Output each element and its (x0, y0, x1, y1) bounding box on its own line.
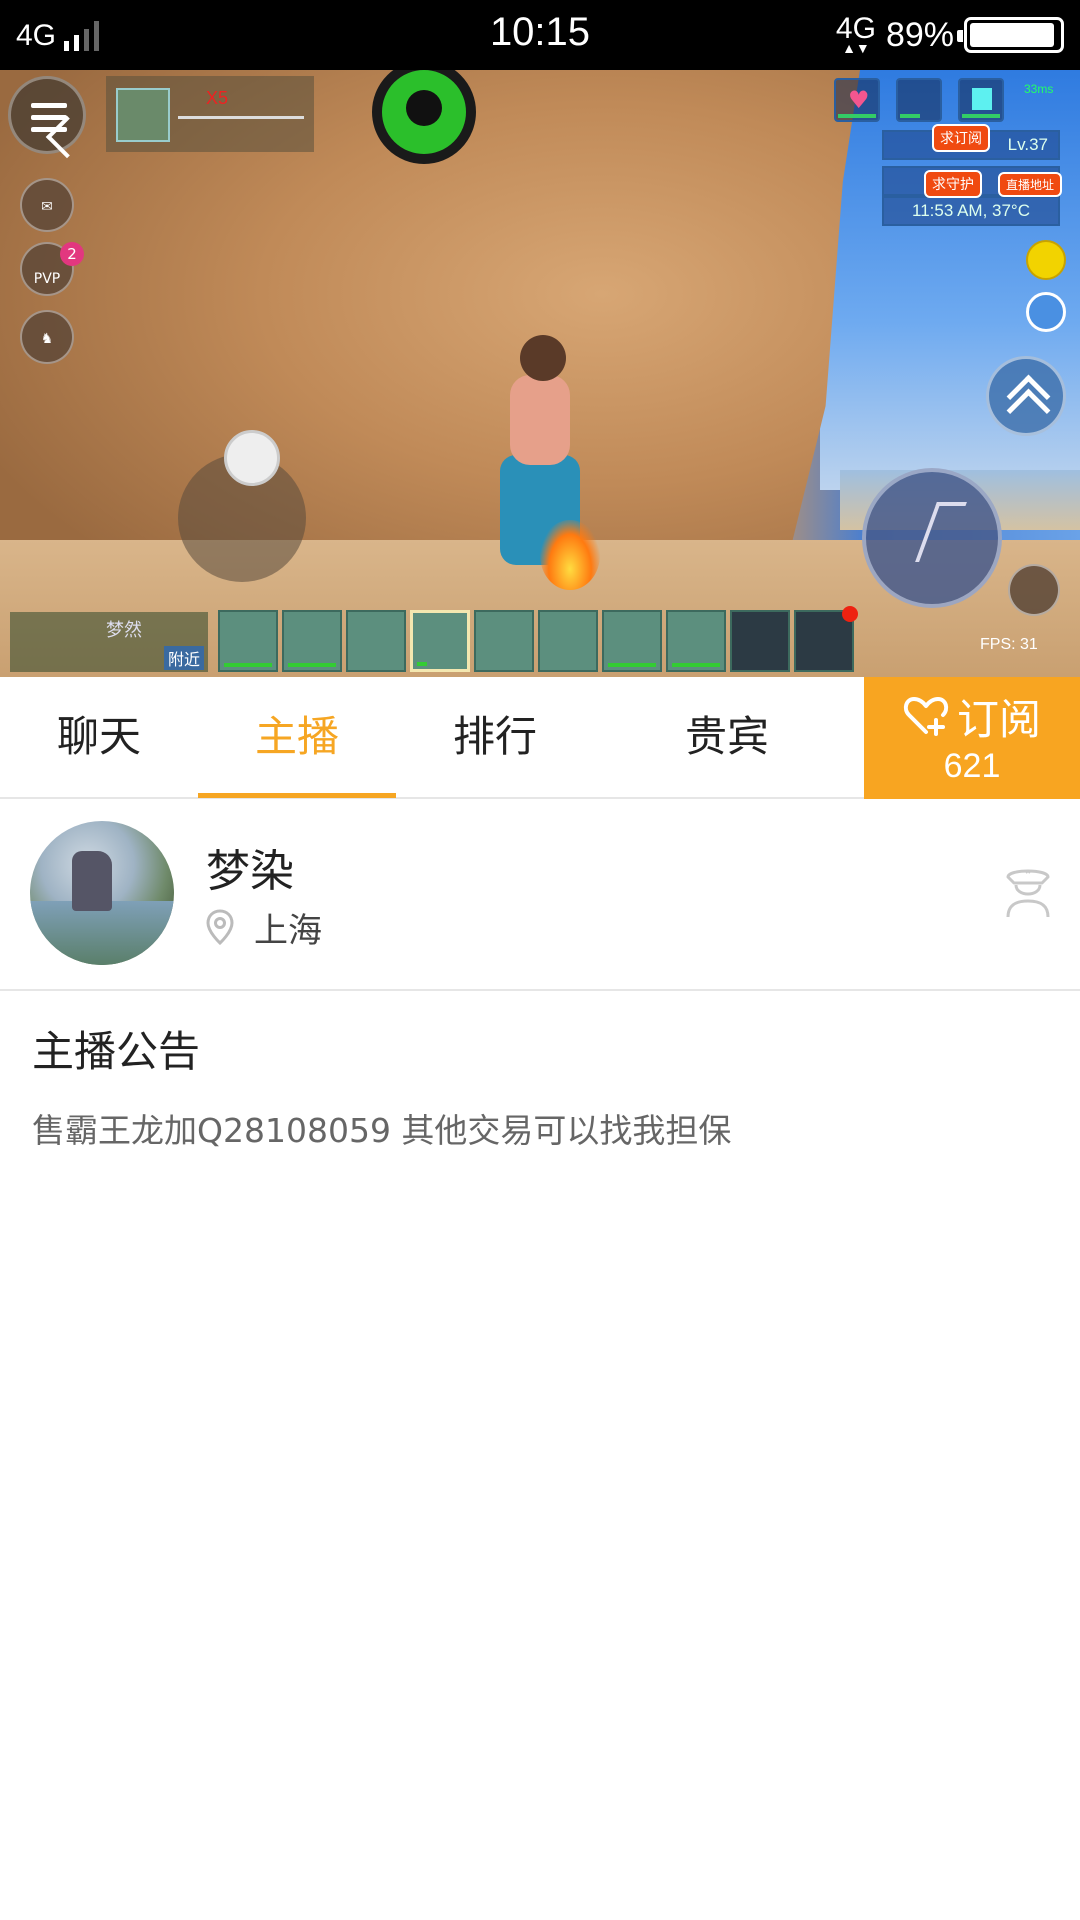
tool-icon[interactable] (1008, 564, 1060, 616)
hotbar-slot-selected[interactable] (410, 610, 470, 672)
stat-icons: ♥ (834, 78, 1004, 122)
host-location: 上海 (206, 905, 322, 951)
heart-plus-icon (903, 697, 949, 736)
nearby-player: 梦然 (106, 620, 142, 641)
battery-percent: 89% (885, 15, 954, 54)
location-pin-icon (206, 909, 234, 945)
horse-icon[interactable]: ♞ (20, 310, 74, 364)
subscribe-tag: 求订阅 (932, 124, 990, 152)
joystick-knob[interactable] (224, 430, 280, 486)
subscriber-count: 621 (943, 747, 1001, 785)
fps: FPS: 31 (980, 636, 1038, 653)
hotbar-slot[interactable] (282, 610, 342, 672)
water-icon (958, 78, 1004, 122)
tab-vip[interactable]: 贵宾 (624, 677, 830, 797)
subscribe-button[interactable]: 订阅 621 (864, 677, 1080, 799)
active-tab-indicator (198, 793, 396, 798)
heart-icon: ♥ (834, 78, 880, 122)
wood-item-icon (116, 88, 170, 142)
avatar[interactable] (30, 821, 174, 965)
hotbar-slot[interactable] (602, 610, 662, 672)
inventory-slot: X5 (106, 76, 314, 152)
game-time: 11:53 AM, 37°C (882, 196, 1060, 226)
move-joystick[interactable] (178, 430, 306, 582)
chat-icon[interactable] (1026, 292, 1066, 332)
tab-host[interactable]: 主播 (198, 677, 396, 797)
smile-icon[interactable] (1026, 240, 1066, 280)
stream-tag: 直播地址 (998, 172, 1063, 197)
tab-chat[interactable]: 聊天 (0, 677, 198, 797)
location-text: 上海 (254, 910, 322, 951)
jump-icon[interactable] (986, 356, 1066, 436)
announcement-body: 售霸王龙加Q28108059 其他交易可以找我担保 (32, 1111, 732, 1150)
host-name: 梦染 (206, 846, 294, 897)
pvp-badge: 2 (60, 242, 84, 266)
hotbar-slot[interactable] (218, 610, 278, 672)
nearby-panel: 梦然 附近 (10, 612, 208, 672)
mail-icon[interactable]: ✉ (20, 178, 74, 232)
data-network-icon: 4G ▲▼ (835, 12, 876, 56)
fish-icon (896, 78, 942, 122)
nearby-label: 附近 (163, 646, 204, 670)
hotbar-slot[interactable] (666, 610, 726, 672)
fire-icon (540, 520, 600, 590)
hotbar-slot[interactable] (346, 610, 406, 672)
hotbar-slot[interactable] (474, 610, 534, 672)
announcement-title: 主播公告 (32, 1027, 201, 1076)
guard-icon[interactable] (1002, 863, 1054, 919)
tab-ranking[interactable]: 排行 (396, 677, 594, 797)
subscribe-label: 订阅 (956, 694, 1041, 744)
hotbar-slot[interactable] (730, 610, 790, 672)
status-bar: 4G 10:15 4G ▲▼ 89% (0, 0, 1080, 70)
guard-tag: 求守护 (924, 170, 982, 198)
status-right: 4G ▲▼ 89% (836, 14, 1064, 56)
bag-icon[interactable] (794, 606, 858, 672)
hotbar (218, 606, 858, 672)
live-video[interactable]: X5 ✉ PVP 2 ♞ ♥ 33ms Lv.37 11:53 AM, 37°C… (0, 70, 1080, 677)
item-count: X5 (206, 88, 229, 108)
battery-icon (957, 17, 1064, 53)
action-joystick[interactable] (862, 468, 1002, 608)
host-profile: 梦染 上海 (0, 799, 1080, 991)
ping: 33ms (1024, 82, 1054, 96)
hotbar-slot[interactable] (538, 610, 598, 672)
notification-dot (842, 606, 858, 622)
